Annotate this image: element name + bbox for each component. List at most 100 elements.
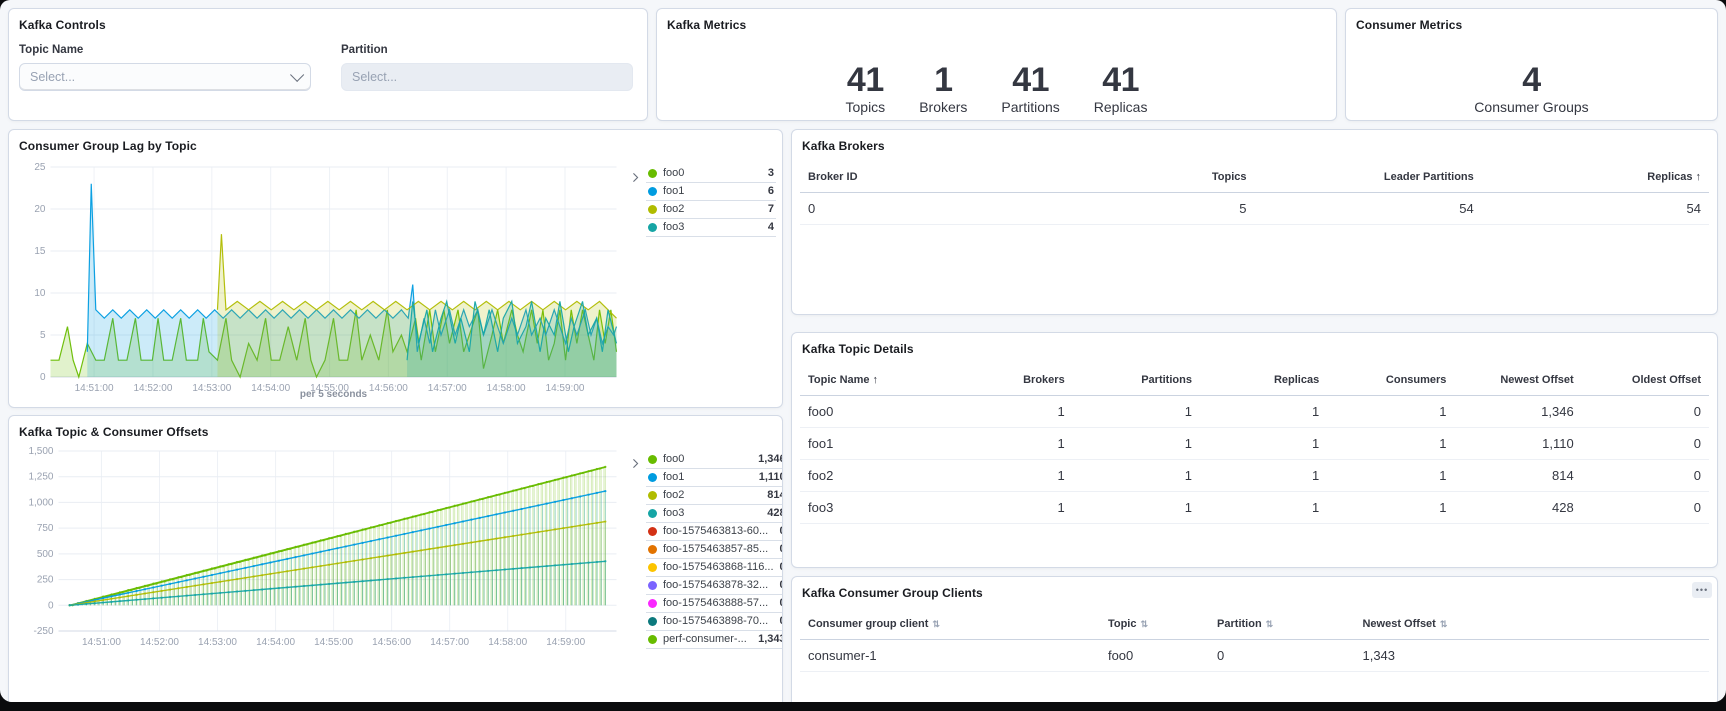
column-header[interactable]: Consumers — [1327, 366, 1454, 396]
topic-name-control: Topic Name Select... — [19, 44, 311, 91]
legend-label: foo-1575463868-116... — [663, 561, 774, 573]
legend-item[interactable]: foo34 — [646, 219, 776, 237]
table-cell: 54 — [1482, 193, 1709, 225]
legend-value: 0 — [780, 615, 784, 627]
legend-label: foo3 — [663, 507, 761, 519]
column-header[interactable]: Topic⇅ — [1100, 610, 1209, 640]
column-header-label: Topic — [1108, 618, 1137, 630]
table-cell: 1 — [945, 428, 1072, 460]
panel-kafka-metrics: Kafka Metrics 41Topics1Brokers41Partitio… — [656, 8, 1337, 121]
column-header[interactable]: Replicas — [1200, 366, 1327, 396]
panel-title: Kafka Controls — [9, 9, 647, 36]
panel-title: Kafka Metrics — [657, 9, 1336, 36]
panel-options-button[interactable]: ••• — [1692, 582, 1712, 598]
topic-name-placeholder: Select... — [30, 70, 75, 84]
offsets-chart-body: 1,5001,2501,0007505002500-25014:51:0014:… — [9, 443, 782, 662]
kafka-metrics-row: 41Topics1Brokers41Partitions41Replicas — [657, 36, 1336, 115]
sortable-icon: ⇅ — [1266, 619, 1274, 629]
svg-text:14:54:00: 14:54:00 — [251, 383, 290, 394]
column-header[interactable]: Oldest Offset — [1582, 366, 1709, 396]
legend-item[interactable]: foo-1575463813-60...0 — [646, 523, 783, 541]
legend-value: 4 — [768, 221, 774, 233]
table-cell: 1 — [1200, 492, 1327, 524]
legend-collapse-button[interactable] — [630, 165, 646, 408]
legend-item[interactable]: foo11,110 — [646, 469, 783, 487]
legend-item[interactable]: foo03 — [646, 165, 776, 183]
column-header-label: Leader Partitions — [1384, 171, 1474, 183]
legend-value: 1,110 — [759, 471, 783, 483]
legend-label: foo2 — [663, 489, 761, 501]
column-header[interactable]: Topics — [1027, 163, 1254, 193]
legend-value: 7 — [768, 203, 774, 215]
legend-item[interactable]: foo3 428 — [646, 505, 783, 523]
column-header[interactable]: Partitions — [1073, 366, 1200, 396]
table-cell: 1 — [1073, 396, 1200, 428]
svg-text:750: 750 — [37, 523, 54, 534]
metric-value: 1 — [919, 62, 967, 98]
legend-item[interactable]: foo-1575463898-70...0 — [646, 613, 783, 631]
legend-item[interactable]: perf-consumer-...1,343 — [646, 631, 783, 649]
table-row: 055454 — [800, 193, 1709, 225]
column-header[interactable]: Newest Offset⇅ — [1354, 610, 1709, 640]
metric: 41Partitions — [1001, 62, 1059, 115]
column-header[interactable]: Consumer group client⇅ — [800, 610, 1100, 640]
svg-text:14:58:00: 14:58:00 — [487, 383, 526, 394]
legend-item[interactable]: foo27 — [646, 201, 776, 219]
table-cell: 0 — [1582, 492, 1709, 524]
lag-chart-body: 252015105014:51:0014:52:0014:53:0014:54:… — [9, 157, 782, 408]
table-header-row: Consumer group client⇅Topic⇅Partition⇅Ne… — [800, 610, 1709, 640]
column-header[interactable]: Topic Name↑ — [800, 366, 945, 396]
column-header[interactable]: Partition⇅ — [1209, 610, 1354, 640]
legend-item[interactable]: foo-1575463888-57...0 — [646, 595, 783, 613]
legend-item[interactable]: foo-1575463878-32...0 — [646, 577, 783, 595]
column-header[interactable]: Replicas↑ — [1482, 163, 1709, 193]
column-header[interactable]: Newest Offset — [1454, 366, 1581, 396]
legend-value: 0 — [780, 561, 784, 573]
table-cell: 428 — [1454, 492, 1581, 524]
partition-label: Partition — [341, 44, 633, 56]
svg-text:14:59:00: 14:59:00 — [546, 637, 585, 648]
svg-text:-250: -250 — [33, 626, 53, 637]
partition-select[interactable]: Select... — [341, 63, 633, 91]
table-cell: foo1 — [800, 428, 945, 460]
column-header-label: Topics — [1212, 171, 1247, 183]
column-header-label: Consumers — [1386, 374, 1447, 386]
legend-item[interactable]: foo01,346 — [646, 451, 783, 469]
table-cell: foo0 — [1100, 640, 1209, 672]
column-header[interactable]: Broker ID — [800, 163, 1027, 193]
panel-lag-chart: Consumer Group Lag by Topic 252015105014… — [8, 129, 783, 408]
consumer-clients-table: Consumer group client⇅Topic⇅Partition⇅Ne… — [800, 610, 1709, 672]
legend-value: 428 — [767, 507, 783, 519]
legend-value: 1,346 — [758, 453, 783, 465]
table-cell: 1 — [945, 396, 1072, 428]
column-header[interactable]: Brokers — [945, 366, 1072, 396]
topic-name-select[interactable]: Select... — [19, 63, 311, 91]
table-cell: 1 — [1327, 492, 1454, 524]
table-cell: 0 — [800, 193, 1027, 225]
table-cell: 1 — [1073, 428, 1200, 460]
legend-item[interactable]: foo-1575463857-85...0 — [646, 541, 783, 559]
table-cell: 54 — [1255, 193, 1482, 225]
metric-value: 41 — [1094, 62, 1148, 98]
legend-color-dot — [648, 473, 657, 482]
legend-item[interactable]: foo2814 — [646, 487, 783, 505]
metric: 41Replicas — [1094, 62, 1148, 115]
legend-item[interactable]: foo-1575463868-116... 0 — [646, 559, 783, 577]
column-header[interactable]: Leader Partitions — [1255, 163, 1482, 193]
table-cell: consumer-1 — [800, 640, 1100, 672]
legend-label: foo1 — [663, 185, 762, 197]
legend-item[interactable]: foo16 — [646, 183, 776, 201]
lag-chart-legend: foo03foo16foo27foo34 — [630, 159, 776, 408]
svg-text:14:56:00: 14:56:00 — [372, 637, 411, 648]
legend-collapse-button[interactable] — [630, 451, 646, 662]
brokers-table: Broker ID Topics Leader Partitions Replicas… — [800, 163, 1709, 225]
legend-color-dot — [648, 635, 657, 644]
table-cell: 0 — [1582, 428, 1709, 460]
partition-control: Partition Select... — [341, 44, 633, 91]
lag-chart-plot: 252015105014:51:0014:52:0014:53:0014:54:… — [15, 159, 630, 408]
column-header-label: Topic Name — [808, 374, 870, 386]
panel-title: Consumer Metrics — [1346, 9, 1717, 36]
metric-label: Consumer Groups — [1474, 99, 1588, 115]
table-header-row: Topic Name↑BrokersPartitionsReplicas Cons… — [800, 366, 1709, 396]
table-cell: foo0 — [800, 396, 945, 428]
